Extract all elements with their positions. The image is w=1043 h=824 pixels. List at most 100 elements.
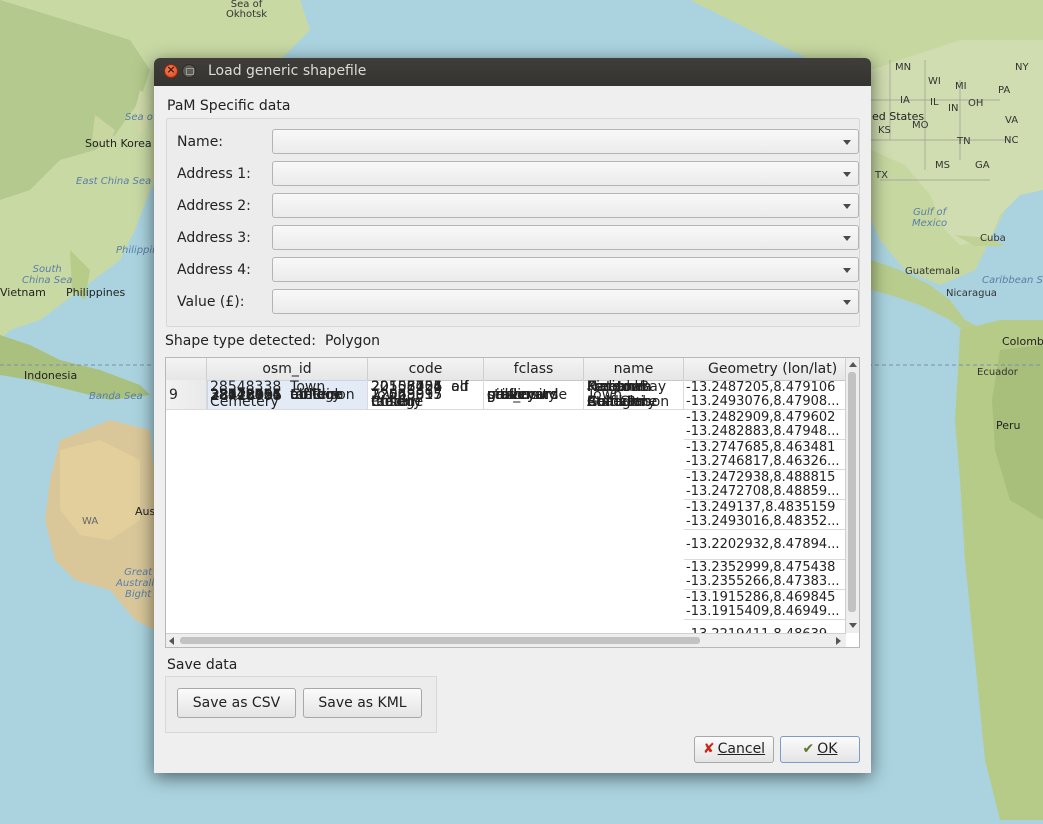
map-label-australia: Aus <box>135 505 156 518</box>
cell-code[interactable]: 22043835 <box>368 380 484 410</box>
scroll-up-icon[interactable] <box>849 362 857 367</box>
pam-fields-group: Name: Address 1: Address 2: Address 3: A… <box>166 118 860 327</box>
name-label: Name: <box>177 134 224 150</box>
cancel-button[interactable]: ✘ Cancel <box>694 736 774 763</box>
ok-button[interactable]: ✔ OK <box>780 736 860 763</box>
cell-name[interactable]: Freetown Amuseme <box>584 380 684 410</box>
address3-label: Address 3: <box>177 230 251 246</box>
table-row[interactable]: -13.2352999,8.475438 -13.2355266,8.47383.… <box>166 560 846 590</box>
map-label-in: IN <box>948 103 959 114</box>
maximize-icon <box>186 68 194 75</box>
geometry-line-1: -13.2352999,8.475438 <box>686 560 836 575</box>
cell-geometry[interactable]: -13.2487205,8.479106 -13.2493076,8.47908.… <box>684 380 846 410</box>
geometry-line-1: -13.2219411,8.48639... <box>686 621 845 633</box>
close-icon: × <box>166 63 176 76</box>
map-label-ks: KS <box>878 125 891 136</box>
cell-geometry[interactable]: -13.2219411,8.48639... <box>684 620 846 633</box>
dialog-titlebar[interactable]: × Load generic shapefile <box>154 58 871 86</box>
geometry-line-2: -13.2493076,8.47908... <box>686 394 840 409</box>
name-combo[interactable] <box>272 129 859 154</box>
map-label-wi: WI <box>928 76 941 87</box>
map-label-tn: TN <box>957 136 971 147</box>
geometry-line-1: -13.2202932,8.47894... <box>686 537 840 552</box>
address3-combo[interactable] <box>272 225 859 250</box>
map-label-gulf-of-mexico: Gulf of Mexico <box>912 207 948 229</box>
horizontal-scrollbar[interactable] <box>166 633 846 647</box>
geometry-line-2: -13.2493016,8.48352... <box>686 514 840 529</box>
map-label-south-china-sea: South China Sea <box>22 264 73 286</box>
map-label-peru: Peru <box>996 419 1021 432</box>
attribute-table[interactable]: osm_id code fclass name Geometry (lon/la… <box>165 357 860 648</box>
map-label-mn: MN <box>895 62 912 73</box>
close-window-button[interactable]: × <box>164 63 178 78</box>
corner-header[interactable] <box>166 358 207 380</box>
map-label-il: IL <box>930 97 939 108</box>
map-label-colombia: Colombi <box>1002 335 1043 348</box>
value-combo[interactable] <box>272 289 859 314</box>
table-row[interactable]: -13.2472938,8.488815 -13.2472708,8.48859.… <box>166 470 846 500</box>
cell-geometry[interactable]: -13.1915286,8.469845 -13.1915409,8.46949.… <box>684 590 846 620</box>
value-label: Value (£): <box>177 294 245 310</box>
column-header-name[interactable]: name <box>584 358 684 380</box>
cell-geometry[interactable]: -13.2747685,8.463481 -13.2746817,8.46326.… <box>684 440 846 470</box>
column-header-fclass[interactable]: fclass <box>484 358 584 380</box>
save-section-title: Save data <box>167 657 238 673</box>
save-kml-button[interactable]: Save as KML <box>303 688 422 718</box>
table-row[interactable]: -13.1915286,8.469845 -13.1915409,8.46949.… <box>166 590 846 620</box>
vertical-scroll-thumb[interactable] <box>848 372 856 612</box>
map-label-ia: IA <box>900 95 910 106</box>
geometry-line-1: -13.2482909,8.479602 <box>686 410 836 425</box>
dialog-title: Load generic shapefile <box>208 63 367 79</box>
table-header: osm_id code fclass name Geometry (lon/la… <box>166 358 846 381</box>
geometry-line-2: -13.2746817,8.46326... <box>686 454 840 469</box>
map-label-ny: NY <box>1015 62 1029 73</box>
pam-section-title: PaM Specific data <box>167 98 291 114</box>
address1-combo[interactable] <box>272 161 859 186</box>
map-label-sea-of-japan: Sea o <box>125 112 153 123</box>
chevron-down-icon <box>843 204 851 209</box>
cell-osm-id[interactable]: 33113835 <box>207 380 368 410</box>
maximize-window-button[interactable] <box>182 64 196 78</box>
geometry-line-2: -13.2355266,8.47383... <box>686 574 840 589</box>
map-label-caribbean-sea: Caribbean Sea <box>982 275 1043 286</box>
map-label-okhotsk: Sea of Okhotsk <box>226 0 268 20</box>
geometry-line-1: -13.2747685,8.463481 <box>686 440 836 455</box>
column-header-geometry[interactable]: Geometry (lon/lat) <box>684 358 846 380</box>
cell-geometry[interactable]: -13.2202932,8.47894... <box>684 530 846 560</box>
cell-geometry[interactable]: -13.2482909,8.479602 -13.2482883,8.47948.… <box>684 410 846 440</box>
map-label-south-korea: South Korea <box>85 137 152 150</box>
scroll-left-icon[interactable] <box>169 637 174 645</box>
chevron-down-icon <box>843 268 851 273</box>
map-label-wa: WA <box>82 516 99 527</box>
map-label-indonesia: Indonesia <box>24 369 78 382</box>
address2-combo[interactable] <box>272 193 859 218</box>
geometry-line-1: -13.2487205,8.479106 <box>686 380 836 395</box>
column-header-code[interactable]: code <box>368 358 484 380</box>
map-label-philippines: Philippines <box>66 286 126 299</box>
horizontal-scroll-thumb[interactable] <box>180 637 700 644</box>
cancel-label: Cancel <box>717 741 766 757</box>
ok-label: OK <box>817 741 838 757</box>
table-row[interactable]: -13.2482909,8.479602 -13.2482883,8.47948.… <box>166 410 846 440</box>
table-row[interactable]: -13.2747685,8.463481 -13.2746817,8.46326.… <box>166 440 846 470</box>
cell-fclass[interactable]: park <box>484 380 584 410</box>
cell-geometry[interactable]: -13.2352999,8.475438 -13.2355266,8.47383.… <box>684 560 846 590</box>
vertical-scrollbar[interactable] <box>845 358 859 633</box>
map-label-east-china-sea: East China Sea <box>76 176 152 187</box>
map-label-ms: MS <box>935 160 950 171</box>
map-label-philippine-sea: Philippin <box>116 245 159 256</box>
save-csv-button[interactable]: Save as CSV <box>177 688 296 718</box>
scroll-down-icon[interactable] <box>849 623 857 628</box>
scroll-right-icon[interactable] <box>836 637 841 645</box>
address4-combo[interactable] <box>272 257 859 282</box>
table-row[interactable]: -13.2202932,8.47894... <box>166 530 846 560</box>
table-row[interactable]: -13.2219411,8.48639... <box>166 620 846 633</box>
cell-geometry[interactable]: -13.2472938,8.488815 -13.2472708,8.48859.… <box>684 470 846 500</box>
map-label-oh: OH <box>968 98 984 109</box>
row-number[interactable]: 9 <box>166 380 207 410</box>
load-shapefile-dialog: × Load generic shapefile PaM Specific da… <box>154 58 871 773</box>
column-header-osm-id[interactable]: osm_id <box>207 358 368 380</box>
map-label-united-states: ed States <box>872 110 925 123</box>
table-row[interactable]: -13.249137,8.4835159 -13.2493016,8.48352.… <box>166 500 846 530</box>
cell-geometry[interactable]: -13.249137,8.4835159 -13.2493016,8.48352.… <box>684 500 846 530</box>
